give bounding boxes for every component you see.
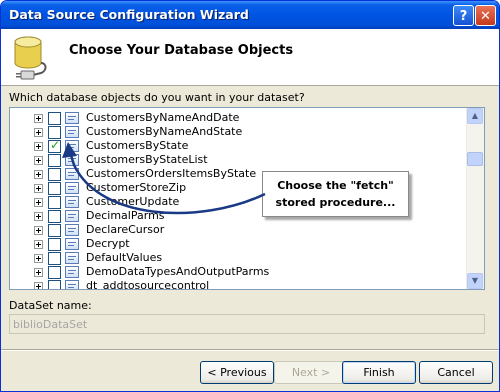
stored-procedure-icon xyxy=(65,168,79,180)
vertical-scrollbar[interactable]: ▲ ▼ xyxy=(466,108,484,289)
object-checkbox[interactable]: ✓ xyxy=(48,138,61,153)
object-checkbox[interactable] xyxy=(48,168,61,181)
stored-procedure-icon xyxy=(65,224,79,236)
stored-procedure-icon xyxy=(65,154,79,166)
cancel-button[interactable]: Cancel xyxy=(419,361,493,384)
object-checkbox[interactable] xyxy=(48,224,61,237)
dataset-name-field: biblioDataSet xyxy=(9,314,485,334)
object-checkbox[interactable] xyxy=(48,266,61,279)
object-label: CustomersByNameAndState xyxy=(86,125,243,138)
help-button[interactable]: ? xyxy=(453,5,474,26)
wizard-window: Data Source Configuration Wizard ? ✕ Cho… xyxy=(0,0,500,392)
objects-prompt: Which database objects do you want in yo… xyxy=(9,91,305,104)
tree-row[interactable]: Decrypt xyxy=(10,237,465,251)
object-label: Decrypt xyxy=(86,237,130,250)
object-checkbox[interactable] xyxy=(48,154,61,167)
object-label: CustomersByNameAndDate xyxy=(86,111,240,124)
object-label: CustomersByState xyxy=(86,139,189,152)
stored-procedure-icon xyxy=(65,140,79,152)
tree-row[interactable]: DefaultValues xyxy=(10,251,465,265)
tree-row[interactable]: ✓ CustomersByState xyxy=(10,138,465,153)
object-label: CustomersByStateList xyxy=(86,153,208,166)
expand-icon[interactable] xyxy=(34,184,43,193)
database-objects-tree[interactable]: ▲ ▼ CustomersByNameAndDate CustomersByNam… xyxy=(9,107,485,290)
stored-procedure-icon xyxy=(65,238,79,250)
finish-button[interactable]: Finish xyxy=(342,361,416,384)
stored-procedure-icon xyxy=(65,126,79,138)
expand-icon[interactable] xyxy=(34,240,43,249)
help-icon: ? xyxy=(459,9,468,24)
expand-icon[interactable] xyxy=(34,198,43,207)
callout-line-1: Choose the "fetch" xyxy=(277,179,394,192)
footer-divider xyxy=(1,349,499,351)
object-label: CustomerUpdate xyxy=(86,195,180,208)
object-label: DecimalParms xyxy=(86,209,165,222)
object-checkbox[interactable] xyxy=(48,280,61,289)
object-label: DemoDataTypesAndOutputParms xyxy=(86,265,270,278)
annotation-callout: Choose the "fetch" stored procedure... xyxy=(262,171,409,217)
stored-procedure-icon xyxy=(65,280,79,289)
expand-icon[interactable] xyxy=(34,142,43,151)
object-label: dt_addtosourcecontrol xyxy=(86,279,210,290)
stored-procedure-icon xyxy=(65,182,79,194)
tree-row[interactable]: CustomersByNameAndDate xyxy=(10,111,465,125)
tree-row[interactable]: CustomersByStateList xyxy=(10,153,465,167)
scroll-down-button[interactable]: ▼ xyxy=(467,273,483,289)
tree-row[interactable]: dt_addtosourcecontrol xyxy=(10,279,465,290)
stored-procedure-icon xyxy=(65,266,79,278)
window-title: Data Source Configuration Wizard xyxy=(9,7,249,22)
expand-icon[interactable] xyxy=(34,212,43,221)
object-checkbox[interactable] xyxy=(48,112,61,125)
scroll-up-button[interactable]: ▲ xyxy=(467,108,483,124)
stored-procedure-icon xyxy=(65,112,79,124)
callout-line-2: stored procedure... xyxy=(275,196,396,209)
object-checkbox[interactable] xyxy=(48,238,61,251)
object-label: CustomerStoreZip xyxy=(86,181,187,194)
page-heading: Choose Your Database Objects xyxy=(69,43,294,58)
close-icon: ✕ xyxy=(480,9,491,24)
expand-icon[interactable] xyxy=(34,282,43,289)
tree-row[interactable]: DemoDataTypesAndOutputParms xyxy=(10,265,465,279)
dataset-name-label: DataSet name: xyxy=(9,299,92,312)
expand-icon[interactable] xyxy=(34,268,43,277)
object-checkbox[interactable] xyxy=(48,196,61,209)
object-label: DeclareCursor xyxy=(86,223,165,236)
previous-button[interactable]: < Previous xyxy=(200,361,274,384)
title-bar[interactable]: Data Source Configuration Wizard ? ✕ xyxy=(1,1,499,29)
expand-icon[interactable] xyxy=(34,128,43,137)
stored-procedure-icon xyxy=(65,252,79,264)
stored-procedure-icon xyxy=(65,196,79,208)
checkmark-icon: ✓ xyxy=(50,138,61,152)
next-button[interactable]: Next > xyxy=(274,361,348,384)
wizard-header: Choose Your Database Objects xyxy=(1,29,499,86)
expand-icon[interactable] xyxy=(34,254,43,263)
expand-icon[interactable] xyxy=(34,226,43,235)
object-checkbox[interactable] xyxy=(48,210,61,223)
object-checkbox[interactable] xyxy=(48,252,61,265)
expand-icon[interactable] xyxy=(34,114,43,123)
object-checkbox[interactable] xyxy=(48,182,61,195)
scroll-thumb[interactable] xyxy=(467,152,483,166)
object-label: DefaultValues xyxy=(86,251,163,264)
close-button[interactable]: ✕ xyxy=(475,5,496,26)
tree-row[interactable]: CustomersByNameAndState xyxy=(10,125,465,139)
object-label: CustomersOrdersItemsByState xyxy=(86,167,257,180)
expand-icon[interactable] xyxy=(34,156,43,165)
tree-row[interactable]: DeclareCursor xyxy=(10,223,465,237)
expand-icon[interactable] xyxy=(34,170,43,179)
stored-procedure-icon xyxy=(65,210,79,222)
database-plug-icon xyxy=(11,33,59,84)
